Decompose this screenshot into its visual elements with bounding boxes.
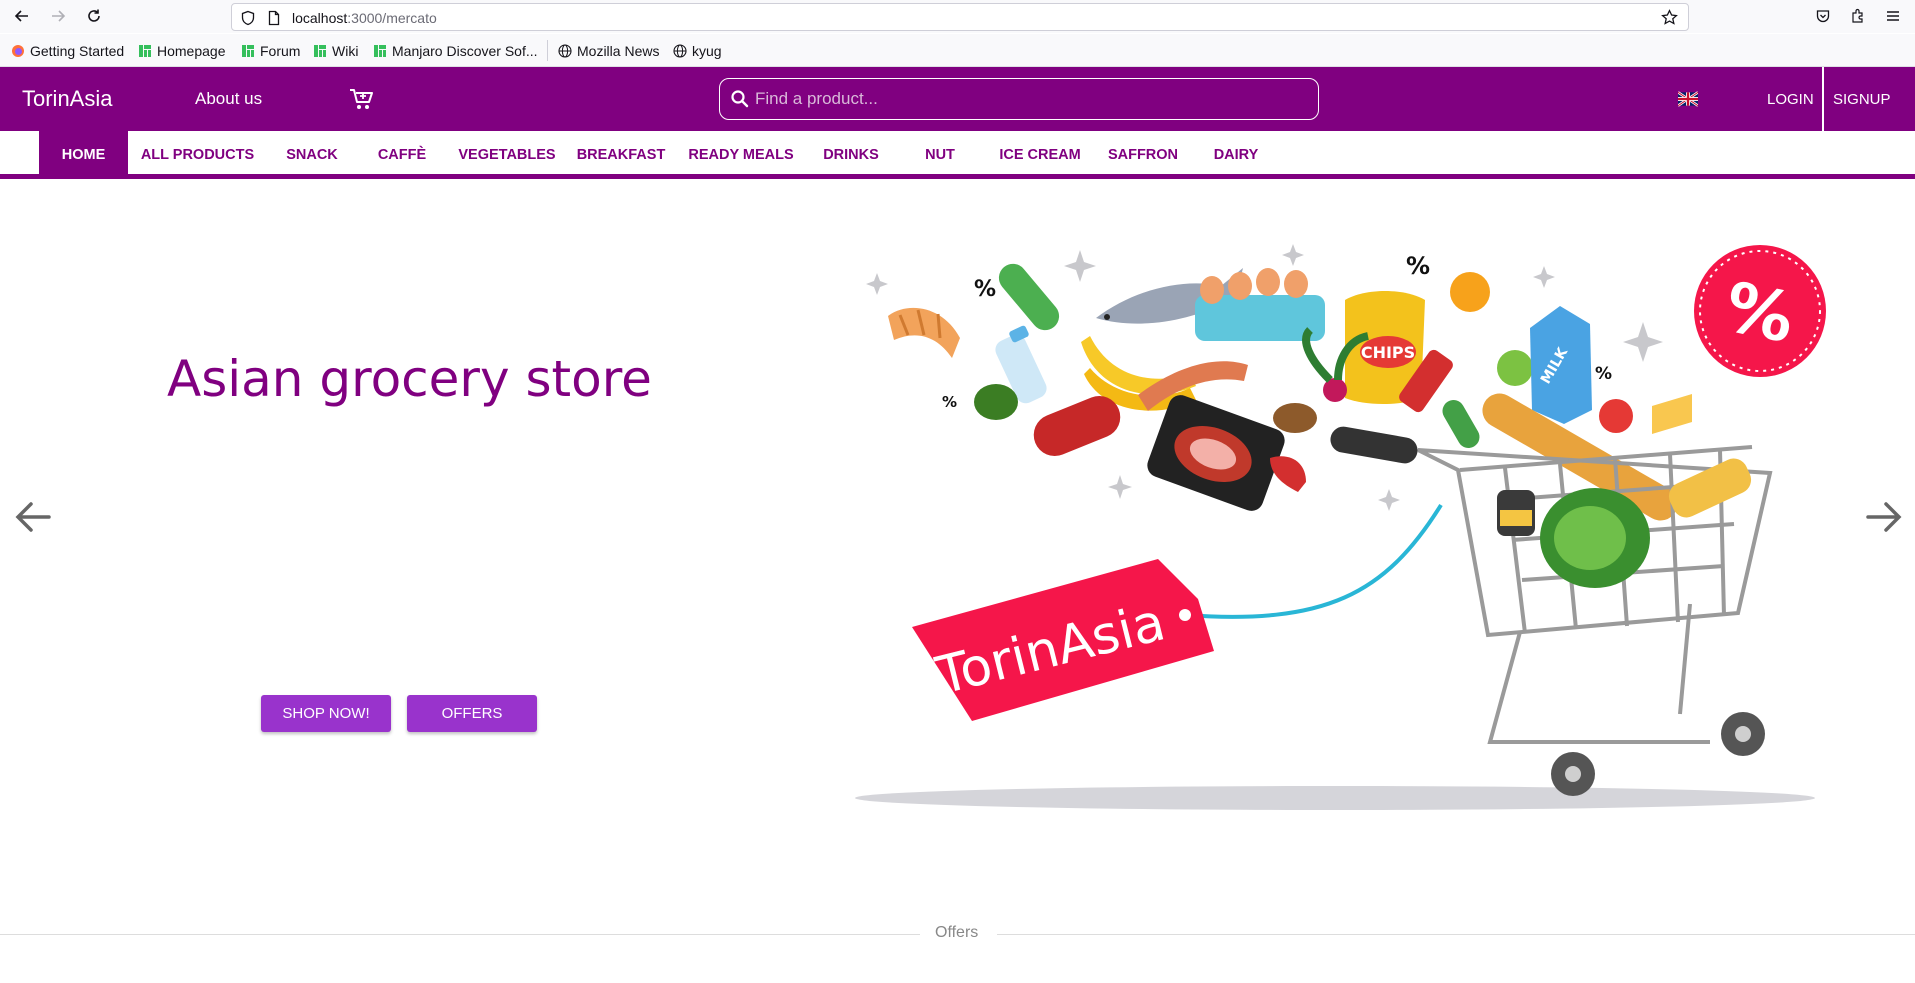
url-bar[interactable]: localhost:3000/mercato xyxy=(231,3,1689,31)
bookmark-label: Getting Started xyxy=(30,43,125,59)
reload-icon[interactable] xyxy=(81,4,107,28)
header-divider xyxy=(1822,67,1824,131)
bookmark-label: Forum xyxy=(260,43,301,59)
category-nut[interactable]: NUT xyxy=(910,131,970,179)
percent-symbol: % xyxy=(974,277,996,302)
back-icon[interactable] xyxy=(9,4,35,28)
category-snack[interactable]: SNACK xyxy=(280,131,344,179)
manjaro-icon xyxy=(242,45,254,57)
manjaro-icon xyxy=(374,45,386,57)
manjaro-icon xyxy=(314,45,326,57)
section-divider xyxy=(0,934,920,935)
discount-badge-icon: % xyxy=(1694,245,1826,377)
category-home[interactable]: HOME xyxy=(39,131,128,179)
cart-wheel-icon xyxy=(1721,712,1765,756)
category-nav: HOME ALL PRODUCTS SNACK CAFFÈ VEGETABLES… xyxy=(0,131,1915,179)
cart-wheel-icon xyxy=(1551,752,1595,796)
signup-link[interactable]: SIGNUP xyxy=(1833,91,1891,108)
uk-flag-icon[interactable] xyxy=(1678,90,1698,108)
browser-toolbar: localhost:3000/mercato xyxy=(0,0,1915,33)
url-path: :3000/mercato xyxy=(347,10,437,26)
url-text[interactable]: localhost:3000/mercato xyxy=(292,10,437,26)
category-dairy[interactable]: DAIRY xyxy=(1206,131,1266,179)
percent-symbol: % xyxy=(942,393,957,411)
star-icon[interactable] xyxy=(1661,9,1678,26)
bookmark-mozilla-news[interactable]: Mozilla News xyxy=(558,42,659,60)
offers-section-title: Offers xyxy=(935,924,979,941)
category-caffe[interactable]: CAFFÈ xyxy=(368,131,436,179)
carousel-prev-arrow-icon[interactable] xyxy=(13,497,53,537)
search-box xyxy=(719,78,1319,120)
bookmark-label: Homepage xyxy=(157,43,226,59)
brand-logo[interactable]: TorinAsia xyxy=(22,86,112,112)
bookmark-label: Manjaro Discover Sof... xyxy=(392,43,538,59)
bookmark-label: Wiki xyxy=(332,43,359,59)
percent-symbol: % xyxy=(1595,364,1612,384)
category-drinks[interactable]: DRINKS xyxy=(816,131,886,179)
search-icon xyxy=(731,90,749,108)
firefox-icon xyxy=(12,45,24,57)
app-header: TorinAsia About us LOGIN SIGNUP xyxy=(0,67,1915,131)
globe-icon xyxy=(558,44,572,58)
bookmark-getting-started[interactable]: Getting Started xyxy=(11,42,124,60)
bookmarks-separator xyxy=(547,40,548,61)
shop-now-button[interactable]: SHOP NOW! xyxy=(261,695,391,732)
extensions-icon[interactable] xyxy=(1845,4,1871,28)
offers-button[interactable]: OFFERS xyxy=(407,695,537,732)
manjaro-icon xyxy=(139,45,151,57)
menu-icon[interactable] xyxy=(1880,4,1906,28)
bookmark-forum[interactable]: Forum xyxy=(241,42,300,60)
price-tag-icon: TorinAsia xyxy=(912,559,1214,721)
category-saffron[interactable]: SAFFRON xyxy=(1105,131,1181,179)
page-icon[interactable] xyxy=(266,10,282,26)
url-host: localhost xyxy=(292,10,348,26)
category-vegetables[interactable]: VEGETABLES xyxy=(455,131,559,179)
category-breakfast[interactable]: BREAKFAST xyxy=(576,131,666,179)
bookmark-kyug[interactable]: kyug xyxy=(673,42,722,60)
section-divider xyxy=(997,934,1915,935)
percent-symbol: % xyxy=(1406,252,1430,280)
category-all-products[interactable]: ALL PRODUCTS xyxy=(136,131,259,179)
hero-title: Asian grocery store xyxy=(167,350,652,408)
bookmarks-bar: Getting Started Homepage Forum Wiki Manj… xyxy=(0,34,1915,67)
login-link[interactable]: LOGIN xyxy=(1767,91,1814,108)
globe-icon xyxy=(673,44,687,58)
category-ready-meals[interactable]: READY MEALS xyxy=(686,131,796,179)
pocket-icon[interactable] xyxy=(1810,4,1836,28)
category-ice-cream[interactable]: ICE CREAM xyxy=(995,131,1085,179)
bookmark-label: Mozilla News xyxy=(577,43,660,59)
about-us-link[interactable]: About us xyxy=(195,89,262,109)
grocery-cart-illustration: % % % % % CHIPS MILK TorinAsia xyxy=(855,244,1826,810)
chips-label: CHIPS xyxy=(1361,343,1415,362)
forward-icon[interactable] xyxy=(45,4,71,28)
bookmark-homepage[interactable]: Homepage xyxy=(138,42,226,60)
bookmark-wiki[interactable]: Wiki xyxy=(313,42,358,60)
shield-icon[interactable] xyxy=(240,10,256,26)
cart-icon[interactable] xyxy=(349,87,375,111)
bookmark-label: kyug xyxy=(692,43,722,59)
bookmark-manjaro-discover[interactable]: Manjaro Discover Sof... xyxy=(373,42,538,60)
search-input[interactable] xyxy=(755,85,1295,113)
